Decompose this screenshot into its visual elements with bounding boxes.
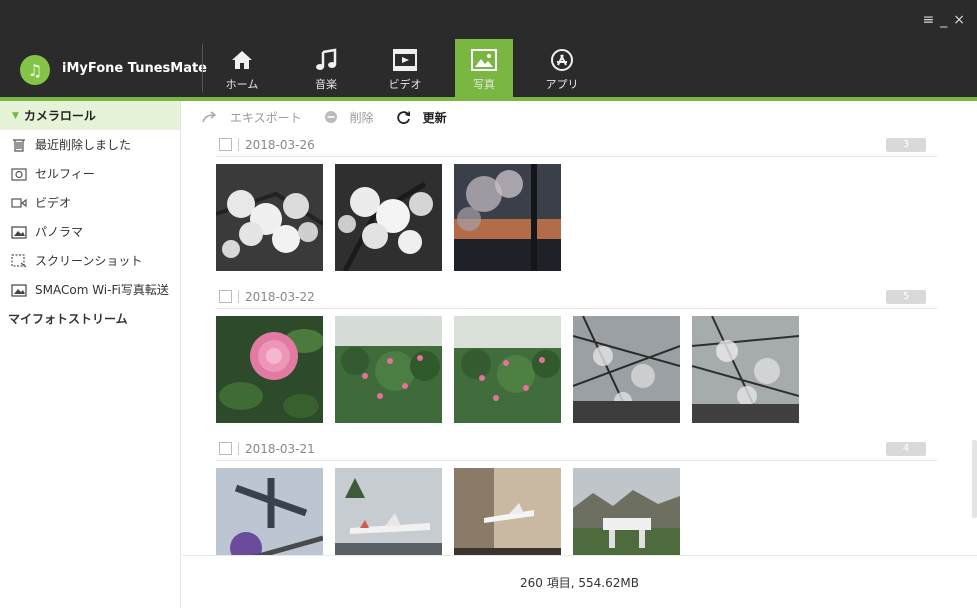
group-checkbox[interactable] <box>219 290 232 303</box>
delete-button[interactable]: 削除 <box>324 109 374 126</box>
sidebar-item-video[interactable]: ビデオ <box>0 188 180 217</box>
video-icon <box>11 196 27 210</box>
window-controls[interactable]: ≡_× <box>923 12 971 28</box>
group-header: 2018-03-26 3 <box>216 133 937 157</box>
photo-group: 2018-03-22 5 <box>216 285 937 423</box>
tab-video-label: ビデオ <box>388 78 422 91</box>
divider <box>238 290 239 303</box>
photo-group: 2018-03-21 4 <box>216 437 937 555</box>
panorama-icon <box>11 225 27 239</box>
group-count-badge: 5 <box>886 290 926 304</box>
music-icon <box>312 47 340 73</box>
export-label: エキスポート <box>230 110 302 125</box>
sidebar-item-recently-deleted[interactable]: 最近削除しました <box>0 130 180 159</box>
minimize-icon[interactable]: _ <box>940 12 953 28</box>
group-header: 2018-03-21 4 <box>216 437 937 461</box>
sidebar-item-label: ビデオ <box>35 196 72 210</box>
app-logo-icon: ♫ <box>20 55 50 85</box>
sidebar-item-label: セルフィー <box>35 167 95 181</box>
photo-thumbnail[interactable] <box>335 164 442 271</box>
scrollbar[interactable] <box>972 440 977 518</box>
delete-label: 削除 <box>349 110 374 125</box>
selfie-icon <box>11 167 27 181</box>
sidebar-item-label: マイフォトストリーム <box>8 312 128 326</box>
app-window: ≡_× ♫ iMyFone TunesMate ホーム 音楽 ビデオ 写真 アプ… <box>0 0 977 608</box>
photo-thumbnail[interactable] <box>335 468 442 555</box>
album-icon <box>11 283 27 297</box>
header-divider <box>202 44 203 92</box>
status-bar: 260 項目, 554.62MB <box>182 555 977 608</box>
divider <box>238 442 239 455</box>
screenshot-icon <box>11 253 27 268</box>
sidebar-item-panorama[interactable]: パノラマ <box>0 217 180 246</box>
title-bar: ≡_× ♫ iMyFone TunesMate ホーム 音楽 ビデオ 写真 アプ… <box>0 0 977 99</box>
refresh-icon <box>396 110 411 125</box>
group-count-badge: 4 <box>886 442 926 456</box>
sidebar-item-label: SMACom Wi-Fi写真転送 <box>35 283 169 297</box>
tab-apps-label: アプリ <box>545 78 579 91</box>
photo-thumbnail[interactable] <box>573 316 680 423</box>
group-checkbox[interactable] <box>219 138 232 151</box>
tab-music[interactable]: 音楽 <box>297 39 355 97</box>
photo-thumbnail[interactable] <box>335 316 442 423</box>
export-arrow-icon <box>202 111 218 123</box>
sidebar: ▼ カメラロール 最近削除しました セルフィー ビデオ パノラマ スクリーンショ… <box>0 101 181 608</box>
minus-circle-icon <box>324 110 338 124</box>
group-date: 2018-03-21 <box>245 441 315 456</box>
video-icon <box>391 47 419 73</box>
group-checkbox[interactable] <box>219 442 232 455</box>
photo-thumbnail[interactable] <box>573 468 680 555</box>
sidebar-item-my-photo-stream[interactable]: マイフォトストリーム <box>0 304 180 333</box>
photo-grid: 2018-03-26 3 2018-03-22 5 2018-03-21 4 <box>182 133 977 555</box>
menu-icon[interactable]: ≡ <box>923 12 941 28</box>
caret-down-icon: ▼ <box>12 110 19 121</box>
divider <box>238 138 239 151</box>
sidebar-item-selfie[interactable]: セルフィー <box>0 159 180 188</box>
sidebar-item-smacom-album[interactable]: SMACom Wi-Fi写真転送 <box>0 275 180 304</box>
app-name: iMyFone TunesMate <box>62 61 207 76</box>
home-icon <box>228 47 256 73</box>
photo-thumbnail[interactable] <box>454 316 561 423</box>
group-date: 2018-03-22 <box>245 289 315 304</box>
sidebar-item-camera-roll[interactable]: ▼ カメラロール <box>0 101 180 130</box>
photo-thumbnail[interactable] <box>454 164 561 271</box>
group-count-badge: 3 <box>886 138 926 152</box>
photo-thumbnail[interactable] <box>454 468 561 555</box>
tab-photos-label: 写真 <box>473 78 495 91</box>
sidebar-item-label: スクリーンショット <box>35 254 143 268</box>
group-header: 2018-03-22 5 <box>216 285 937 309</box>
tab-apps[interactable]: アプリ <box>533 39 591 97</box>
tab-music-label: 音楽 <box>315 78 337 91</box>
group-date: 2018-03-26 <box>245 137 315 152</box>
photo-thumbnail[interactable] <box>216 316 323 423</box>
export-button[interactable]: エキスポート <box>202 109 302 126</box>
photo-thumbnail[interactable] <box>216 164 323 271</box>
sidebar-item-screenshot[interactable]: スクリーンショット <box>0 246 180 275</box>
sidebar-item-label: 最近削除しました <box>35 138 132 152</box>
tab-photos[interactable]: 写真 <box>455 39 513 97</box>
close-icon[interactable]: × <box>953 12 971 28</box>
sidebar-item-label: カメラロール <box>23 109 96 123</box>
sidebar-item-label: パノラマ <box>35 225 84 239</box>
refresh-label: 更新 <box>422 110 447 125</box>
app-store-icon <box>548 47 576 73</box>
toolbar: エキスポート 削除 更新 <box>182 101 977 133</box>
tab-home-label: ホーム <box>225 78 259 91</box>
refresh-button[interactable]: 更新 <box>396 109 447 126</box>
photo-group: 2018-03-26 3 <box>216 133 937 271</box>
tab-video[interactable]: ビデオ <box>376 39 434 97</box>
photo-thumbnail[interactable] <box>216 468 323 555</box>
photo-thumbnail[interactable] <box>692 316 799 423</box>
trash-icon <box>11 138 27 152</box>
photo-icon <box>470 47 498 73</box>
item-summary: 260 項目, 554.62MB <box>520 575 639 590</box>
tab-home[interactable]: ホーム <box>213 39 271 97</box>
